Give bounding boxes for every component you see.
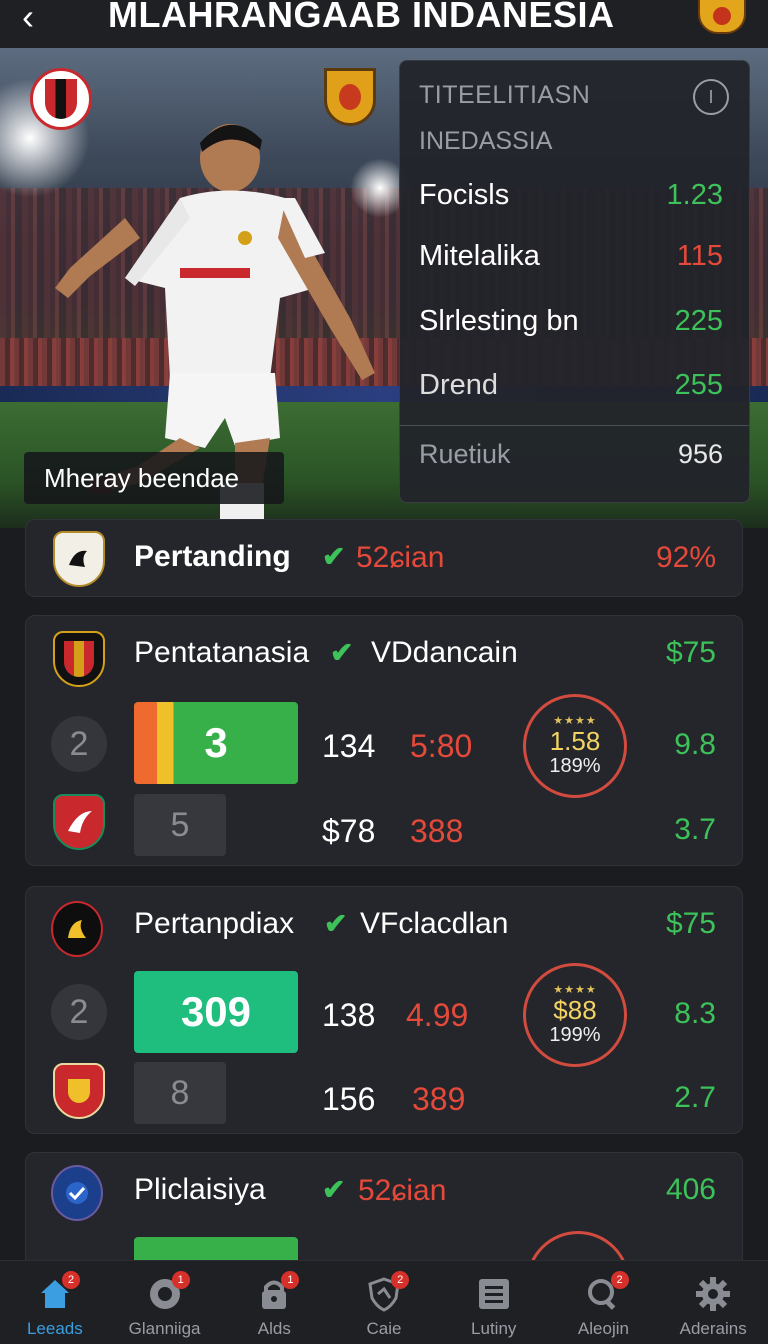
stats-panel: TITEELITIASN INEDASSIA I Focisls 1.23 Mi… [399, 60, 750, 503]
match-status: 52ɕian [358, 1174, 447, 1207]
side-value: 3.7 [674, 813, 716, 846]
match-card[interactable]: Pentatanasia ✔ VDdancain $75 2 3 134 5:8… [25, 615, 743, 866]
bottom-nav: 2 Leeads 1 Glanniiga 1 Alds 2 Caie Lutin… [0, 1260, 768, 1344]
list-icon [475, 1275, 513, 1313]
team-name: Pertanding [134, 540, 291, 573]
score-box[interactable]: 309 [134, 971, 298, 1053]
team-name: Pliclaisiya [134, 1173, 266, 1206]
nav-item-alds[interactable]: 1 Alds [219, 1261, 329, 1344]
odds-value: 389 [412, 1081, 466, 1117]
check-icon: ✔ [322, 1174, 346, 1205]
rank-badge: 2 [51, 984, 107, 1040]
stat-row: Mitelalika 115 [419, 236, 723, 276]
footer-label: Ruetiuk [419, 439, 511, 469]
stat-number: 134 [322, 728, 376, 764]
notification-badge: 1 [171, 1271, 190, 1289]
stat-row: Slrlesting bn 225 [419, 301, 723, 341]
team-logo-icon [53, 531, 105, 587]
stat-label: Drend [419, 368, 498, 401]
rating-percent: 199% [549, 1024, 601, 1046]
stat-number: 156 [322, 1081, 376, 1117]
stat-label: Slrlesting bn [419, 304, 579, 337]
check-icon: ✔ [324, 908, 348, 939]
stat-value: 255 [674, 368, 723, 401]
stat-value: 1.23 [666, 178, 723, 211]
notification-badge: 2 [62, 1271, 80, 1289]
rating-percent: 189% [549, 755, 601, 777]
nav-item-lutiny[interactable]: Lutiny [439, 1261, 549, 1344]
stat-value: 115 [676, 239, 723, 272]
nav-item-aderains[interactable]: Aderains [658, 1261, 768, 1344]
team-name: Pentatanasia [134, 636, 310, 669]
score-box[interactable]: 5 [134, 794, 226, 856]
nav-label: Lutiny [471, 1319, 517, 1338]
match-percent: 92% [655, 541, 716, 574]
stat-label: Focisls [419, 178, 510, 211]
match-price: $75 [665, 907, 716, 940]
nav-item-glanniiga[interactable]: 1 Glanniiga [110, 1261, 220, 1344]
team-logo-icon [53, 1063, 105, 1119]
top-bar: ‹ MLAHRANGAAB INDANESIA [0, 0, 768, 48]
nav-label: Caie [366, 1319, 402, 1338]
stats-subtitle: INEDASSIA [419, 127, 553, 155]
team-logo-icon [51, 901, 103, 957]
side-value: 9.8 [674, 728, 716, 761]
nav-item-leeads[interactable]: 2 Leeads [0, 1261, 110, 1344]
team-name: Pertanpdiax [134, 907, 295, 940]
stat-number: $78 [322, 813, 376, 849]
odds-value: 5:80 [410, 728, 473, 764]
side-value: 2.7 [674, 1081, 716, 1114]
nav-item-caie[interactable]: 2 Caie [329, 1261, 439, 1344]
team-logo-icon [53, 794, 105, 850]
notification-badge: 1 [281, 1271, 300, 1289]
info-icon[interactable]: I [693, 79, 729, 115]
divider [400, 425, 749, 426]
nav-label: Aderains [679, 1319, 747, 1338]
footer-value: 956 [677, 439, 723, 469]
nav-item-aleojin[interactable]: 2 Aleojin [549, 1261, 659, 1344]
team-logo-icon [53, 631, 105, 687]
check-icon: ✔ [330, 637, 354, 668]
nav-label: Aleojin [577, 1319, 629, 1338]
page-title: MLAHRANGAAB INDANESIA [108, 0, 615, 35]
check-icon: ✔ [322, 541, 346, 572]
rating-value: $88 [553, 995, 597, 1025]
stat-value: 225 [674, 304, 723, 337]
match-status: VDdancain [371, 636, 518, 669]
notification-badge: 2 [610, 1271, 629, 1289]
side-value: 8.3 [674, 997, 716, 1030]
stat-number: 138 [322, 997, 376, 1033]
rank-badge: 2 [51, 716, 107, 772]
player-caption: Mheray beendae [24, 452, 284, 504]
rating-value: 1.58 [549, 726, 601, 756]
match-price: 406 [665, 1173, 716, 1206]
gear-icon [694, 1275, 732, 1313]
match-price: $75 [665, 636, 716, 669]
club-crest-icon[interactable] [698, 0, 746, 34]
odds-value: 4.99 [406, 997, 469, 1033]
chevron-left-icon[interactable]: ‹ [22, 0, 34, 35]
stat-row: Focisls 1.23 [419, 175, 723, 215]
rating-ring[interactable]: ★★★★ $88 199% [523, 963, 627, 1067]
stats-footer: Ruetiuk 956 [419, 439, 723, 470]
nav-label: Leeads [26, 1319, 83, 1338]
rating-ring[interactable]: ★★★★ 1.58 189% [523, 694, 627, 798]
notification-badge: 2 [391, 1271, 410, 1289]
stat-row: Drend 255 [419, 365, 723, 405]
odds-value: 388 [410, 813, 464, 849]
match-summary-card[interactable]: Pertanding ✔ 52ɕian 92% [25, 519, 743, 597]
stats-title: TITEELITIASN [419, 81, 591, 109]
team-logo-icon [51, 1165, 103, 1221]
nav-label: Glanniiga [128, 1319, 201, 1338]
score-box[interactable]: 3 [134, 702, 298, 784]
app-screen: ‹ MLAHRANGAAB INDANESIA Mheray beendae T… [0, 0, 768, 1344]
match-status: VFclacdlan [360, 907, 509, 940]
match-status: 52ɕian [356, 541, 445, 574]
stat-label: Mitelalika [419, 239, 540, 272]
nav-label: Alds [257, 1319, 291, 1338]
score-box[interactable]: 8 [134, 1062, 226, 1124]
match-card[interactable]: Pertanpdiax ✔ VFclacdlan $75 2 309 138 4… [25, 886, 743, 1134]
